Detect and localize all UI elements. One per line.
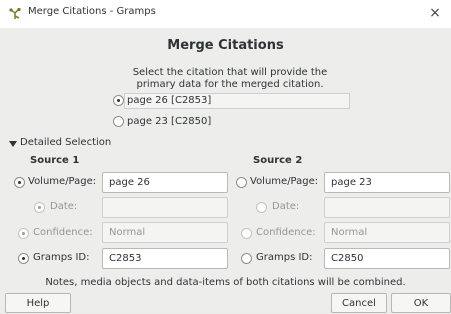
date-field-1	[102, 197, 228, 218]
description-line-2: primary data for the merged citation.	[136, 79, 324, 90]
volume-page-source-1-radio[interactable]	[14, 177, 25, 188]
confidence-label-2: Confidence:	[256, 227, 316, 238]
gramps-id-source-2-radio[interactable]	[241, 253, 252, 264]
dialog-heading: Merge Citations	[167, 38, 284, 53]
primary-option-1-label: page 26 [C2853]	[127, 95, 212, 106]
date-label-2: Date:	[272, 201, 300, 212]
primary-option-2-label: page 23 [C2850]	[127, 116, 212, 127]
date-source-2-radio[interactable]	[256, 202, 267, 213]
merge-note: Notes, media objects and data-items of b…	[45, 277, 406, 288]
detailed-selection-expander[interactable]: Detailed Selection	[20, 137, 111, 148]
window-title: Merge Citations - Gramps	[28, 6, 156, 17]
help-button[interactable]: Help	[5, 293, 71, 313]
gramps-tree-icon	[9, 7, 21, 19]
confidence-source-1-radio[interactable]	[18, 228, 29, 239]
volume-page-field-1[interactable]: page 26	[102, 172, 228, 193]
description-line-1: Select the citation that will provide th…	[132, 67, 328, 78]
ok-button[interactable]: OK	[391, 293, 451, 313]
date-source-1-radio[interactable]	[34, 202, 45, 213]
triangle-down-icon[interactable]	[9, 140, 17, 148]
source-2-title: Source 2	[253, 155, 303, 166]
confidence-source-2-radio[interactable]	[241, 228, 252, 239]
volume-page-label-1: Volume/Page:	[28, 176, 97, 187]
gramps-id-source-1-radio[interactable]	[18, 253, 29, 264]
date-field-2	[324, 197, 450, 218]
date-label-1: Date:	[50, 201, 78, 212]
confidence-field-2: Normal	[324, 222, 450, 243]
volume-page-field-2[interactable]: page 23	[324, 172, 450, 193]
gramps-id-field-2[interactable]: C2850	[324, 248, 450, 269]
primary-radio-1[interactable]	[113, 95, 124, 106]
confidence-field-1: Normal	[102, 222, 228, 243]
close-button[interactable]: ×	[426, 3, 444, 23]
gramps-id-field-1[interactable]: C2853	[102, 248, 228, 269]
dialog-description: Select the citation that will provide th…	[110, 67, 350, 91]
confidence-label-1: Confidence:	[33, 227, 93, 238]
volume-page-source-2-radio[interactable]	[236, 177, 247, 188]
volume-page-label-2: Volume/Page:	[250, 176, 319, 187]
cancel-button[interactable]: Cancel	[331, 293, 387, 313]
gramps-id-label-2: Gramps ID:	[256, 252, 313, 263]
gramps-id-label-1: Gramps ID:	[33, 252, 90, 263]
primary-radio-2[interactable]	[113, 116, 124, 127]
source-1-title: Source 1	[30, 155, 80, 166]
